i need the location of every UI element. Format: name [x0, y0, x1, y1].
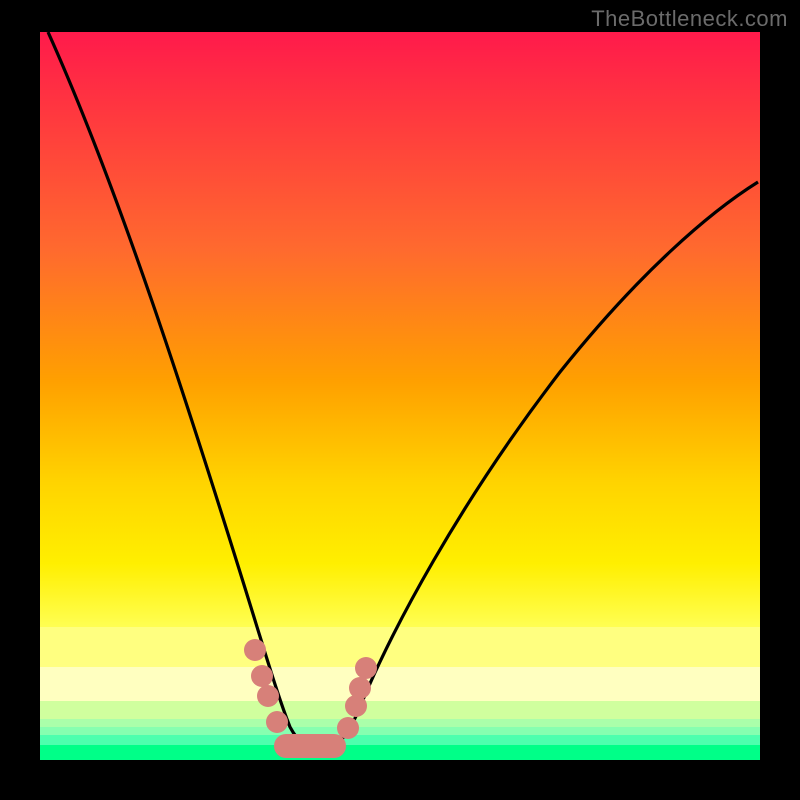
- curve-marker: [349, 677, 371, 699]
- curve-marker: [274, 734, 346, 758]
- curve-marker: [257, 685, 279, 707]
- curve-marker: [251, 665, 273, 687]
- curve-marker: [355, 657, 377, 679]
- plot-area: [40, 32, 760, 760]
- curve-marker: [244, 639, 266, 661]
- curve-marker: [337, 717, 359, 739]
- chart-frame: TheBottleneck.com: [0, 0, 800, 800]
- curve-marker: [266, 711, 288, 733]
- bottleneck-curve: [40, 32, 760, 760]
- curve-path: [48, 32, 758, 750]
- watermark-text: TheBottleneck.com: [591, 6, 788, 32]
